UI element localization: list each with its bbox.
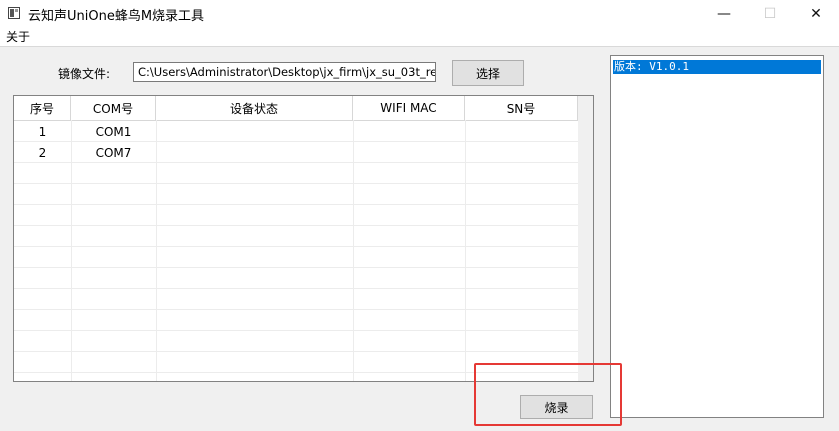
row-mac bbox=[353, 142, 465, 163]
row-sn bbox=[465, 121, 578, 142]
menu-bar: 关于 bbox=[0, 27, 839, 47]
version-list[interactable]: 版本: V1.0.1 bbox=[610, 55, 824, 418]
row-index: 2 bbox=[38, 145, 47, 160]
header-index[interactable]: 序号 bbox=[14, 96, 71, 120]
table-header: 序号 COM号 设备状态 WIFI MAC SN号 bbox=[14, 96, 578, 121]
row-index: 1 bbox=[38, 124, 47, 139]
version-item[interactable]: 版本: V1.0.1 bbox=[613, 60, 821, 74]
maximize-button: ☐ bbox=[763, 5, 777, 22]
select-button[interactable]: 选择 bbox=[452, 60, 524, 86]
highlight-annotation bbox=[474, 363, 622, 426]
device-table[interactable]: 序号 COM号 设备状态 WIFI MAC SN号 1 COM1 2 COM7 bbox=[13, 95, 594, 382]
header-wifi-mac[interactable]: WIFI MAC bbox=[353, 96, 465, 120]
header-status[interactable]: 设备状态 bbox=[156, 96, 353, 120]
table-scroll-area bbox=[578, 96, 593, 381]
image-file-label: 镜像文件: bbox=[58, 67, 111, 81]
row-status bbox=[156, 121, 353, 142]
menu-about[interactable]: 关于 bbox=[6, 28, 30, 45]
row-mac bbox=[353, 121, 465, 142]
row-com: COM7 bbox=[95, 145, 132, 160]
row-status bbox=[156, 142, 353, 163]
row-com: COM1 bbox=[95, 124, 132, 139]
app-icon bbox=[8, 7, 20, 19]
minimize-button[interactable]: — bbox=[701, 0, 747, 27]
header-sn[interactable]: SN号 bbox=[465, 96, 578, 120]
header-com[interactable]: COM号 bbox=[71, 96, 156, 120]
window-title: 云知声UniOne蜂鸟M烧录工具 bbox=[28, 9, 205, 24]
title-bar: 云知声UniOne蜂鸟M烧录工具 — ☐ ✕ bbox=[0, 0, 839, 27]
close-button[interactable]: ✕ bbox=[793, 0, 839, 27]
row-sn bbox=[465, 142, 578, 163]
image-path-field[interactable]: C:\Users\Administrator\Desktop\jx_firm\j… bbox=[133, 62, 436, 82]
